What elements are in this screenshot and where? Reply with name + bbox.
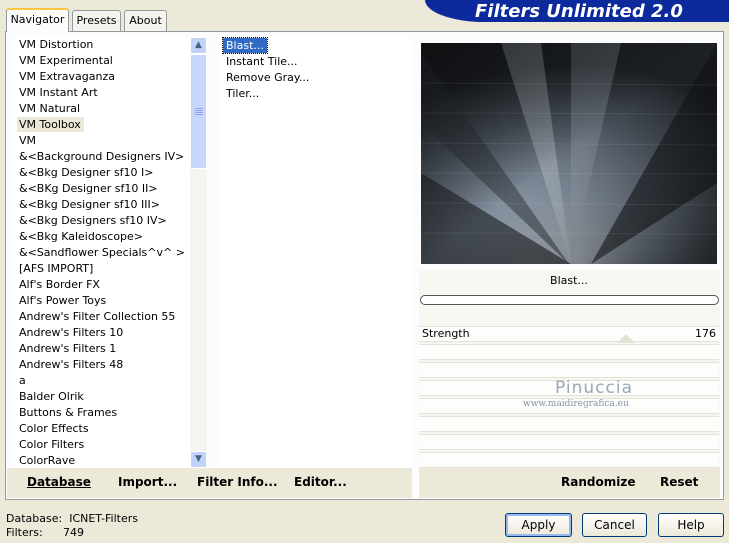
reset-button[interactable]: Reset <box>660 475 698 489</box>
param-value-strength[interactable]: 176 <box>680 327 716 340</box>
filters-info: Filters: 749 <box>6 526 84 539</box>
category-scrollbar[interactable]: ▲ ▼ <box>190 37 207 468</box>
param-row-empty <box>419 362 719 378</box>
progress-bar <box>420 295 719 305</box>
filter-item[interactable]: Tiler... <box>223 86 262 101</box>
category-item[interactable]: Alf's Power Toys <box>17 293 109 308</box>
category-item[interactable]: Andrew's Filters 48 <box>17 357 126 372</box>
scroll-down-button[interactable]: ▼ <box>190 451 207 468</box>
category-item[interactable]: VM Natural <box>17 101 83 116</box>
category-item[interactable]: &<Bkg Designers sf10 IV> <box>17 213 170 228</box>
watermark-name: Pinuccia <box>555 378 633 398</box>
filter-item[interactable]: Blast... <box>222 37 268 54</box>
randomize-button[interactable]: Randomize <box>561 475 635 489</box>
tab-navigator[interactable]: Navigator <box>6 8 69 32</box>
param-label-strength: Strength <box>422 327 470 340</box>
category-item[interactable]: VM Experimental <box>17 53 116 68</box>
watermark-url: www.maidiregrafica.eu <box>523 399 629 409</box>
apply-button[interactable]: Apply <box>505 513 572 537</box>
database-info: Database: ICNET-Filters <box>6 512 138 525</box>
category-item[interactable]: VM Distortion <box>17 37 96 52</box>
param-row-empty <box>419 452 719 468</box>
filter-info-button[interactable]: Filter Info... <box>197 475 278 489</box>
scroll-thumb[interactable] <box>190 54 207 169</box>
database-value: ICNET-Filters <box>69 512 138 525</box>
category-item[interactable]: Color Effects <box>17 421 92 436</box>
category-item[interactable]: VM Toolbox <box>17 117 84 132</box>
tab-presets[interactable]: Presets <box>72 10 121 31</box>
category-item[interactable]: Alf's Border FX <box>17 277 103 292</box>
preview-image <box>421 43 717 264</box>
category-item[interactable]: &<Background Designers IV> <box>17 149 187 164</box>
category-item[interactable]: &<Bkg Designer sf10 III> <box>17 197 163 212</box>
cancel-button[interactable]: Cancel <box>582 513 647 537</box>
help-button[interactable]: Help <box>658 513 724 537</box>
filter-item[interactable]: Remove Gray... <box>223 70 312 85</box>
category-item[interactable]: &<Sandflower Specials^v^ > <box>17 245 188 260</box>
category-item[interactable]: Color Filters <box>17 437 87 452</box>
category-item[interactable]: Andrew's Filters 10 <box>17 325 126 340</box>
filter-name-label: Blast... <box>550 274 588 287</box>
category-item[interactable]: Andrew's Filter Collection 55 <box>17 309 178 324</box>
filters-count: 749 <box>63 526 84 539</box>
database-button[interactable]: Database <box>27 475 91 489</box>
scroll-up-button[interactable]: ▲ <box>190 37 207 54</box>
category-item[interactable]: Andrew's Filters 1 <box>17 341 119 356</box>
category-item[interactable]: &<Bkg Designer sf10 I> <box>17 165 157 180</box>
category-item[interactable]: Buttons & Frames <box>17 405 120 420</box>
filter-list[interactable]: Blast... Instant Tile... Remove Gray... Til… <box>219 37 412 468</box>
param-row-empty <box>419 344 719 360</box>
category-item[interactable]: a <box>17 373 29 388</box>
tab-about[interactable]: About <box>124 10 167 31</box>
category-item[interactable]: VM Instant Art <box>17 85 101 100</box>
slider-pointer-icon[interactable] <box>617 334 635 343</box>
category-item[interactable]: ColorRave <box>17 453 78 468</box>
editor-button[interactable]: Editor... <box>294 475 347 489</box>
category-item[interactable]: VM <box>17 133 39 148</box>
category-item[interactable]: Balder Olrik <box>17 389 87 404</box>
category-list[interactable]: VM Distortion VM Experimental VM Extravaga… <box>13 37 207 468</box>
import-button[interactable]: Import... <box>118 475 177 489</box>
category-item[interactable]: &<Bkg Kaleidoscope> <box>17 229 146 244</box>
category-item[interactable]: VM Extravaganza <box>17 69 118 84</box>
category-item[interactable]: &<BKg Designer sf10 II> <box>17 181 161 196</box>
param-row-empty <box>419 434 719 450</box>
app-title: Filters Unlimited 2.0 <box>475 1 683 22</box>
filter-item[interactable]: Instant Tile... <box>223 54 301 69</box>
param-row-empty <box>419 416 719 432</box>
category-item[interactable]: [AFS IMPORT] <box>17 261 96 276</box>
